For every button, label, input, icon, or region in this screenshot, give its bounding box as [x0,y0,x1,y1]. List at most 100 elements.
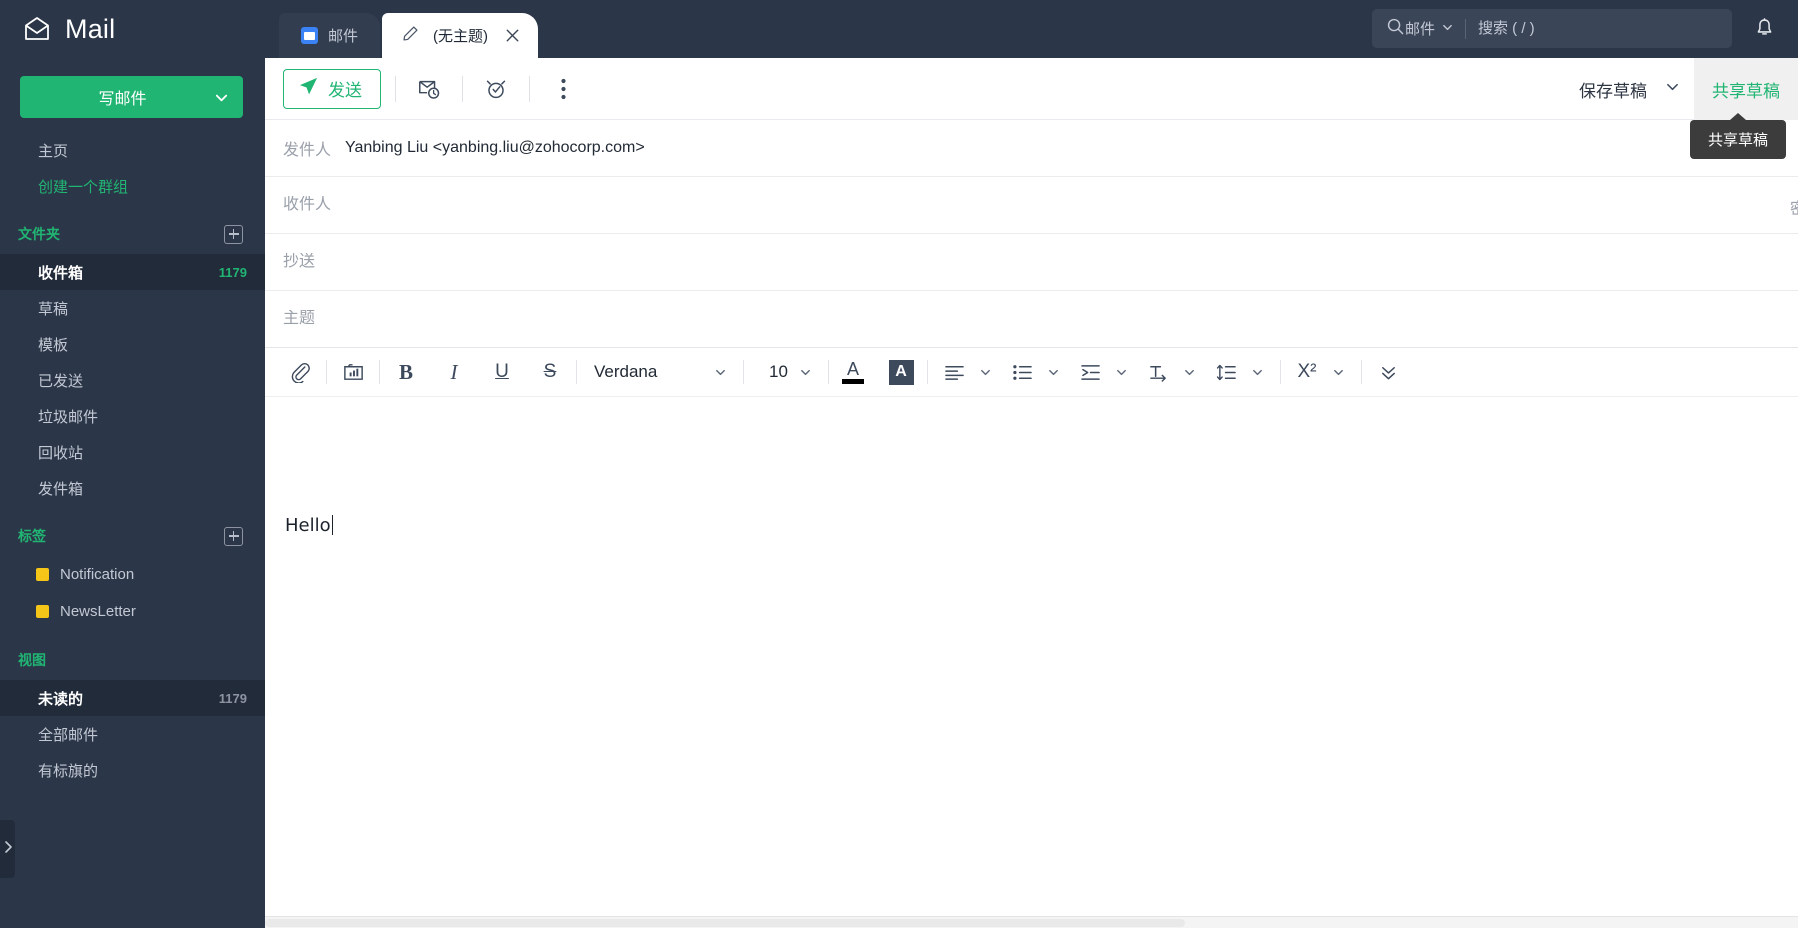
horizontal-scrollbar-thumb[interactable] [265,919,1185,927]
sidebar-item-spam[interactable]: 垃圾邮件 [0,398,265,434]
chevron-down-icon[interactable] [971,357,999,387]
highlight-color-button[interactable]: A [884,355,918,389]
chevron-down-icon[interactable] [1107,357,1135,387]
horizontal-scrollbar[interactable] [265,916,1798,928]
sidebar-item-all-mail[interactable]: 全部邮件 [0,716,265,752]
bold-button[interactable]: B [389,355,423,389]
compose-button[interactable]: 写邮件 [20,76,243,118]
toolbar-divider [462,76,463,102]
chevron-down-icon[interactable] [1665,79,1680,99]
sidebar-label-notification[interactable]: Notification [0,556,265,593]
tab-label: (无主题) [433,25,488,46]
superscript-button[interactable]: X² [1290,355,1324,389]
label-color-swatch [36,568,49,581]
send-button-label: 发送 [328,76,362,101]
chevron-down-icon[interactable] [199,76,243,118]
paper-plane-icon [298,76,319,102]
toolbar-divider [529,76,530,102]
sidebar-item-label: 未读的 [38,688,219,709]
sidebar-label-text: NewsLetter [60,603,136,620]
unread-view-count: 1179 [219,691,247,706]
bullet-list-icon[interactable] [1005,355,1039,389]
compose-pane: 发送 [265,58,1798,928]
plus-square-icon[interactable] [224,225,243,244]
sidebar-item-unread[interactable]: 未读的 1179 [0,680,265,716]
sidebar-item-label: 创建一个群组 [38,176,247,197]
sidebar-collapse-handle[interactable] [0,820,15,878]
to-input[interactable] [283,196,1790,214]
sidebar-label-newsletter[interactable]: NewsLetter [0,593,265,630]
subject-input[interactable] [283,310,1790,328]
underline-button[interactable]: U [485,355,519,389]
tab-compose[interactable]: (无主题) [382,13,538,58]
text-color-button[interactable]: A [838,360,868,384]
chevron-down-icon[interactable] [1243,357,1271,387]
chevron-down-icon[interactable] [1324,357,1352,387]
views-section-header: 视图 [0,640,265,680]
sidebar-item-label: 有标旗的 [38,760,247,781]
sidebar-item-drafts[interactable]: 草稿 [0,290,265,326]
text-direction-icon[interactable] [1141,355,1175,389]
body-text-content: Hello [285,515,331,536]
send-button[interactable]: 发送 [283,69,381,109]
kebab-menu-icon[interactable] [544,70,582,108]
align-left-icon[interactable] [937,355,971,389]
indent-icon[interactable] [1073,355,1107,389]
message-body-text[interactable]: Hello [285,515,333,536]
chevron-down-icon[interactable] [1039,357,1067,387]
labels-section-title: 标签 [18,526,224,546]
sidebar-item-label: 收件箱 [38,262,219,283]
share-draft-tooltip: 共享草稿 [1690,120,1786,159]
close-icon[interactable] [502,26,522,46]
chevron-down-icon[interactable] [706,357,734,387]
line-spacing-icon[interactable] [1209,355,1243,389]
paperclip-icon[interactable] [283,355,317,389]
sidebar-item-create-group[interactable]: 创建一个群组 [0,168,265,204]
chevron-down-icon[interactable] [1175,357,1203,387]
toolbar-divider [828,360,829,384]
sidebar-item-home[interactable]: 主页 [0,132,265,168]
compose-button-wrap: 写邮件 [0,58,265,118]
strikethrough-button[interactable]: S [533,355,567,389]
tab-mail[interactable]: 邮件 [279,13,380,58]
sidebar-item-flagged[interactable]: 有标旗的 [0,752,265,788]
from-value[interactable]: Yanbing Liu <yanbing.liu@zohocorp.com> [345,139,645,157]
double-chevron-down-icon[interactable] [1371,355,1405,389]
sidebar-item-trash[interactable]: 回收站 [0,434,265,470]
plus-square-icon[interactable] [224,527,243,546]
bell-icon[interactable] [1748,12,1780,44]
main-region: 邮件 (无主题) 邮件 [265,0,1798,928]
share-draft-button[interactable]: 共享草稿 [1694,58,1798,120]
bcc-toggle[interactable]: 密 [1790,195,1798,219]
sidebar-item-label: 垃圾邮件 [38,406,247,427]
toolbar-divider [576,360,577,384]
sidebar-item-label: 发件箱 [38,478,247,499]
insert-image-icon[interactable] [336,355,370,389]
sidebar-item-templates[interactable]: 模板 [0,326,265,362]
views-section-title: 视图 [18,650,243,670]
pencil-icon [402,25,419,46]
compose-right-actions: 保存草稿 共享草稿 [1579,58,1798,120]
sidebar-item-outbox[interactable]: 发件箱 [0,470,265,506]
chevron-down-icon[interactable] [791,357,819,387]
sidebar-item-label: 全部邮件 [38,724,247,745]
sidebar-item-label: 回收站 [38,442,247,463]
italic-button[interactable]: I [437,355,471,389]
schedule-send-icon[interactable] [410,70,448,108]
font-family-selector[interactable]: Verdana [586,357,734,387]
font-size-selector[interactable]: 10 [753,357,819,387]
label-color-swatch [36,605,49,618]
message-body-editor[interactable]: Hello [265,397,1798,928]
save-draft-button[interactable]: 保存草稿 [1579,77,1694,102]
search-input[interactable] [1478,20,1718,37]
sidebar-item-inbox[interactable]: 收件箱 1179 [0,254,265,290]
toolbar-divider [1361,360,1362,384]
cc-input[interactable] [283,253,1790,271]
font-family-value: Verdana [594,362,706,382]
text-color-glyph: A [847,360,859,378]
search-divider [1465,19,1466,39]
search-scope-selector[interactable]: 邮件 [1405,18,1453,39]
sidebar-item-sent[interactable]: 已发送 [0,362,265,398]
alarm-clock-icon[interactable] [477,70,515,108]
search-bar[interactable]: 邮件 [1372,9,1732,48]
